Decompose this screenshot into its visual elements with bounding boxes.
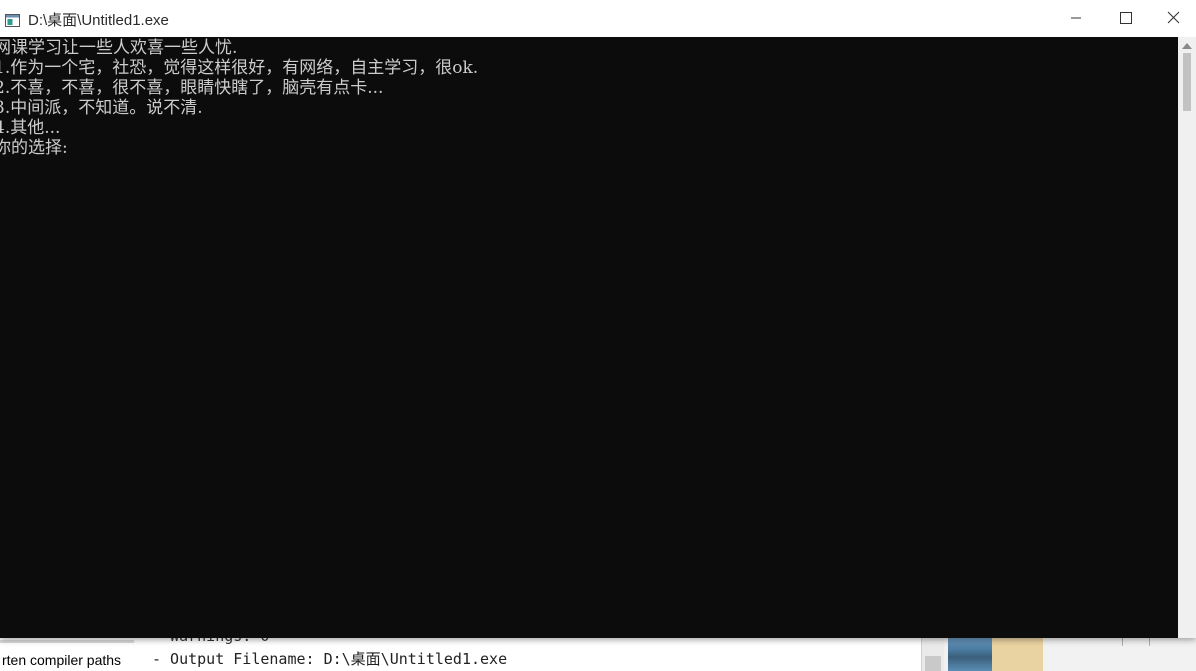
console-window[interactable]: D:\桌面\Untitled1.exe 网课学习让一些人欢喜一些人忧. 1.作为… [0,0,1196,638]
title-bar[interactable]: D:\桌面\Untitled1.exe [0,0,1196,37]
console-line-option-4: 4.其他... [0,118,61,138]
scrollbar-thumb[interactable] [1183,53,1191,111]
console-line-choice-prompt: 你的选择: [0,138,68,158]
maximize-button[interactable] [1103,0,1149,37]
compile-log-scrollbar[interactable] [921,636,944,671]
scrollbar-thumb[interactable] [925,656,941,671]
window-title: D:\桌面\Untitled1.exe [28,12,169,29]
console-line-option-3: 3.中间派，不知道。说不清. [0,98,203,118]
console-line-option-2: 2.不喜，不喜，很不喜，眼睛快瞎了，脑壳有点卡... [0,78,384,98]
close-button[interactable] [1150,0,1196,37]
ide-option-label: rten compiler paths [2,652,122,668]
console-output[interactable]: 网课学习让一些人欢喜一些人忧. 1.作为一个宅，社恐，觉得这样很好，有网络，自主… [0,37,1178,638]
desktop-region-gray [1043,636,1196,671]
maximize-icon [1120,9,1132,28]
console-line-prompt-title: 网课学习让一些人欢喜一些人忧. [0,38,238,58]
console-line-option-1: 1.作为一个宅，社恐，觉得这样很好，有网络，自主学习，很ok. [0,58,479,78]
minimize-button[interactable] [1053,0,1099,37]
desktop-region [992,636,1043,671]
console-scrollbar[interactable] [1178,37,1196,638]
scroll-up-arrow-icon[interactable] [1182,43,1192,49]
console-app-icon[interactable] [5,12,20,27]
compile-log-line-output: - Output Filename: D:\桌面\Untitled1.exe [152,650,508,668]
close-icon [1167,9,1180,28]
desktop-thumbnail [948,636,992,671]
compile-log-panel: - Warnings: 0 - Output Filename: D:\桌面\U… [146,636,921,671]
panel-divider [0,640,134,643]
minimize-icon [1070,9,1082,28]
